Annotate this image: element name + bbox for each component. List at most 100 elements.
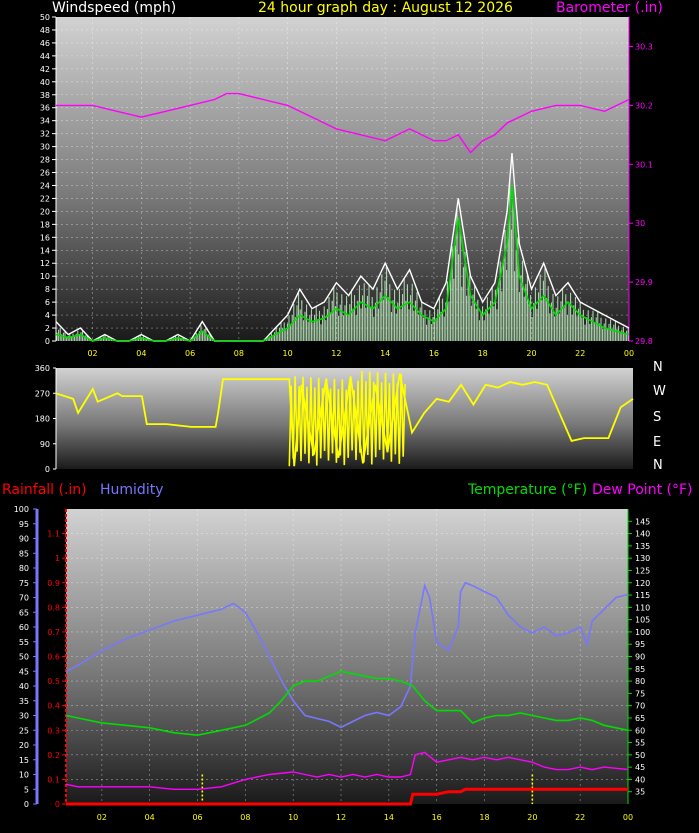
weather-x-tick-label: 16 bbox=[432, 813, 442, 822]
wind-tick-label: 0 bbox=[45, 337, 50, 346]
wind-tick-label: 2 bbox=[45, 324, 50, 333]
baro-tick-label: 30.2 bbox=[635, 101, 653, 110]
temp-tick-label: 120 bbox=[635, 579, 650, 588]
humidity-tick-label: 80 bbox=[19, 564, 29, 573]
temp-tick-label: 35 bbox=[635, 788, 645, 797]
humidity-tick-label: 5 bbox=[24, 785, 29, 794]
wind-tick-label: 20 bbox=[40, 207, 50, 216]
wind-x-tick-label: 12 bbox=[331, 349, 341, 358]
wind-x-tick-label: 18 bbox=[478, 349, 488, 358]
rain-tick-label: 0.3 bbox=[47, 726, 60, 735]
wind-x-tick-label: 20 bbox=[526, 349, 536, 358]
rain-tick-label: 0.2 bbox=[47, 751, 60, 760]
weather-x-tick-label: 08 bbox=[240, 813, 250, 822]
wind-tick-label: 26 bbox=[40, 169, 50, 178]
temp-tick-label: 90 bbox=[635, 653, 645, 662]
wind-tick-label: 16 bbox=[40, 233, 50, 242]
wind-x-tick-label: 14 bbox=[380, 349, 390, 358]
weather-x-tick-label: 18 bbox=[479, 813, 489, 822]
wind-tick-label: 34 bbox=[40, 117, 50, 126]
baro-tick-label: 29.9 bbox=[635, 278, 653, 287]
wind-tick-label: 12 bbox=[40, 259, 50, 268]
weather-x-tick-label: 10 bbox=[288, 813, 298, 822]
weather-charts: 0246810121416182022242628303234363840424… bbox=[14, 13, 653, 822]
weather-x-tick-label: 20 bbox=[527, 813, 537, 822]
direction-tick-label: 270 bbox=[35, 389, 50, 398]
wind-tick-label: 24 bbox=[40, 181, 50, 190]
humidity-tick-label: 75 bbox=[19, 579, 29, 588]
direction-tick-label: 0 bbox=[45, 465, 50, 474]
weather-x-tick-label: 22 bbox=[575, 813, 585, 822]
wind-tick-label: 42 bbox=[40, 65, 50, 74]
weather-x-tick-label: 14 bbox=[384, 813, 394, 822]
temp-tick-label: 125 bbox=[635, 566, 650, 575]
baro-tick-label: 29.8 bbox=[635, 337, 653, 346]
weather-x-tick-label: 04 bbox=[145, 813, 155, 822]
temp-tick-label: 50 bbox=[635, 751, 645, 760]
wind-tick-label: 4 bbox=[45, 311, 50, 320]
humidity-tick-label: 65 bbox=[19, 608, 29, 617]
temp-tick-label: 80 bbox=[635, 677, 645, 686]
humidity-tick-label: 35 bbox=[19, 697, 29, 706]
wind-tick-label: 10 bbox=[40, 272, 50, 281]
rain-tick-label: 0.6 bbox=[47, 653, 60, 662]
temp-tick-label: 140 bbox=[635, 530, 650, 539]
rain-tick-label: 0.7 bbox=[47, 628, 60, 637]
temp-tick-label: 55 bbox=[635, 739, 645, 748]
rain-tick-label: 0.4 bbox=[47, 702, 60, 711]
wind-x-tick-label: 00 bbox=[624, 349, 634, 358]
temp-tick-label: 100 bbox=[635, 628, 650, 637]
temp-tick-label: 75 bbox=[635, 689, 645, 698]
humidity-tick-label: 50 bbox=[19, 653, 29, 662]
weather-x-tick-label: 00 bbox=[623, 813, 633, 822]
rain-tick-label: 0.9 bbox=[47, 579, 60, 588]
temp-tick-label: 65 bbox=[635, 714, 645, 723]
wind-tick-label: 6 bbox=[45, 298, 50, 307]
weather-x-tick-label: 06 bbox=[192, 813, 202, 822]
humidity-tick-label: 55 bbox=[19, 638, 29, 647]
baro-tick-label: 30 bbox=[635, 219, 645, 228]
temp-tick-label: 85 bbox=[635, 665, 645, 674]
wind-x-tick-label: 02 bbox=[87, 349, 97, 358]
humidity-tick-label: 20 bbox=[19, 741, 29, 750]
rain-tick-label: 0.1 bbox=[47, 775, 60, 784]
temp-tick-label: 40 bbox=[635, 775, 645, 784]
wind-x-tick-label: 08 bbox=[234, 349, 244, 358]
weather-graph-page: Windspeed (mph) 24 hour graph day : Augu… bbox=[0, 0, 699, 833]
humidity-tick-label: 10 bbox=[19, 771, 29, 780]
humidity-tick-label: 30 bbox=[19, 712, 29, 721]
wind-tick-label: 46 bbox=[40, 39, 50, 48]
temp-tick-label: 105 bbox=[635, 616, 650, 625]
humidity-tick-label: 25 bbox=[19, 726, 29, 735]
wind-tick-label: 22 bbox=[40, 194, 50, 203]
wind-tick-label: 18 bbox=[40, 220, 50, 229]
temp-tick-label: 60 bbox=[635, 726, 645, 735]
rain-tick-label: 0 bbox=[55, 800, 60, 809]
humidity-tick-label: 85 bbox=[19, 549, 29, 558]
temp-tick-label: 130 bbox=[635, 554, 650, 563]
temp-tick-label: 95 bbox=[635, 640, 645, 649]
wind-tick-label: 14 bbox=[40, 246, 50, 255]
rain-tick-label: 1 bbox=[55, 554, 60, 563]
wind-tick-label: 50 bbox=[40, 13, 50, 22]
baro-tick-label: 30.3 bbox=[635, 42, 653, 51]
wind-x-tick-label: 10 bbox=[283, 349, 293, 358]
humidity-tick-label: 40 bbox=[19, 682, 29, 691]
direction-tick-label: 90 bbox=[40, 440, 50, 449]
wind-tick-label: 30 bbox=[40, 143, 50, 152]
humidity-tick-label: 95 bbox=[19, 520, 29, 529]
humidity-tick-label: 60 bbox=[19, 623, 29, 632]
humidity-tick-label: 0 bbox=[24, 800, 29, 809]
direction-tick-label: 360 bbox=[35, 364, 50, 373]
temp-tick-label: 145 bbox=[635, 517, 650, 526]
wind-tick-label: 48 bbox=[40, 26, 50, 35]
humidity-tick-label: 90 bbox=[19, 535, 29, 544]
weather-x-tick-label: 02 bbox=[97, 813, 107, 822]
weather-x-tick-label: 12 bbox=[336, 813, 346, 822]
temp-tick-label: 115 bbox=[635, 591, 650, 600]
rain-tick-label: 0.8 bbox=[47, 603, 60, 612]
humidity-tick-label: 70 bbox=[19, 594, 29, 603]
temp-tick-label: 70 bbox=[635, 702, 645, 711]
humidity-tick-label: 100 bbox=[14, 505, 29, 514]
rain-tick-label: 1.1 bbox=[47, 530, 60, 539]
